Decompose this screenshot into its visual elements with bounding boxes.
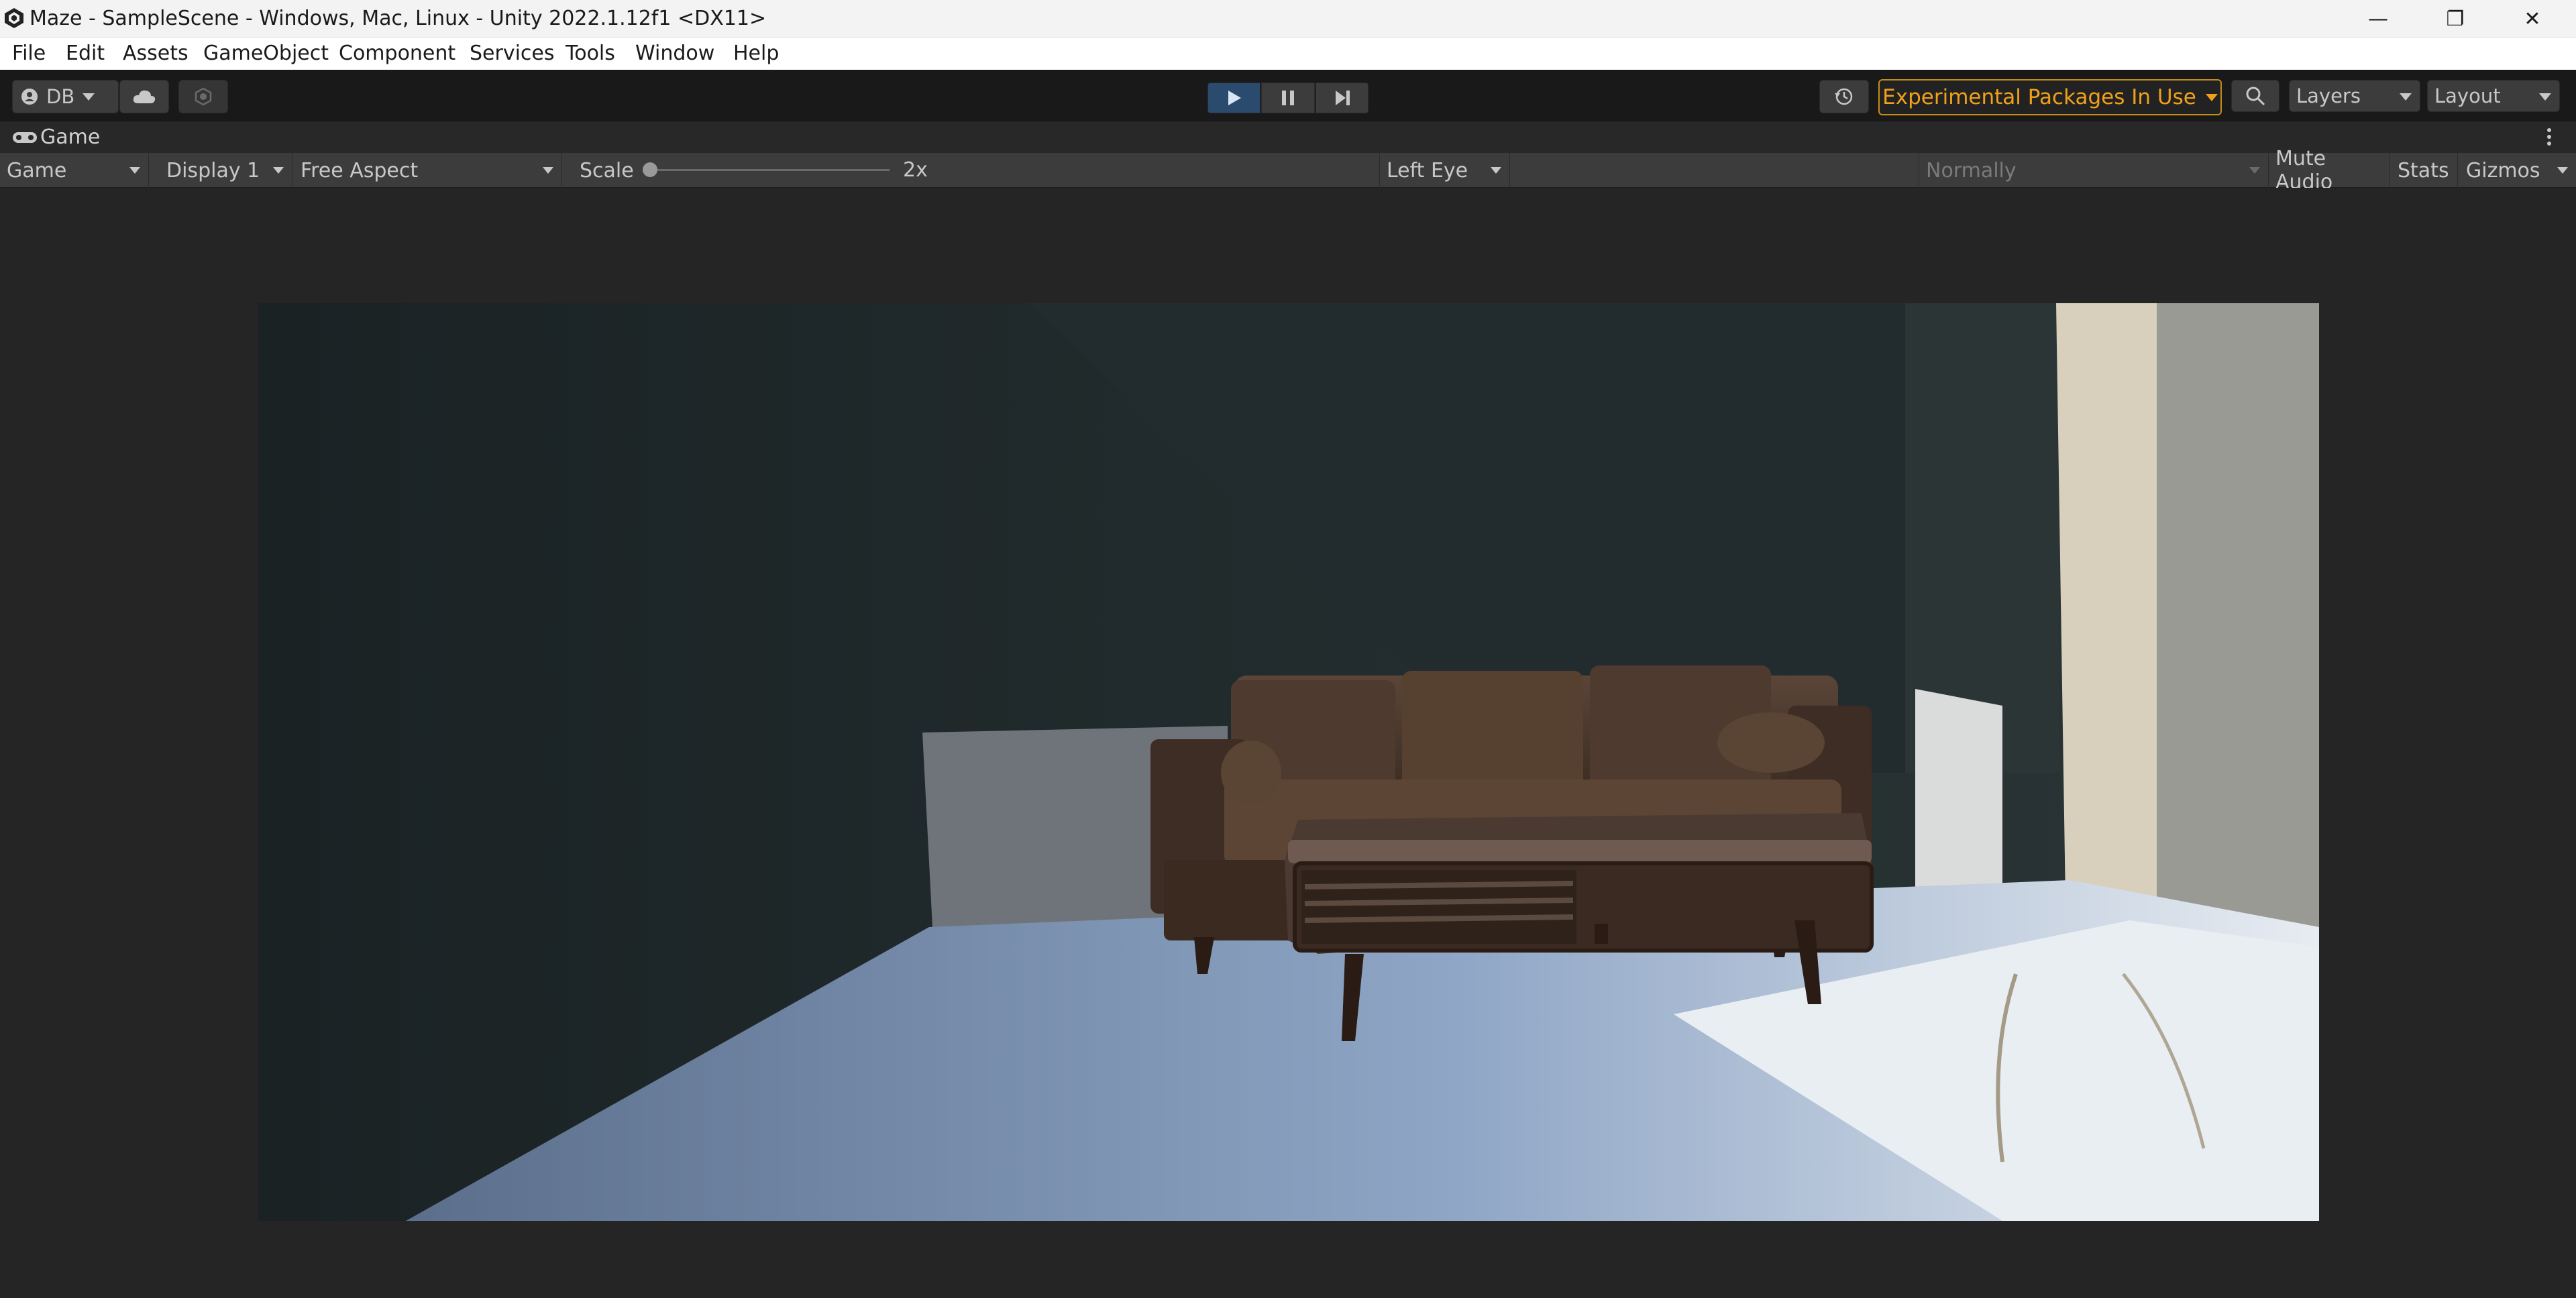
- mute-audio-label: Mute Audio: [2275, 147, 2333, 194]
- scale-control: Scale 2x: [568, 153, 1377, 188]
- cloud-icon: [133, 90, 156, 103]
- minimize-icon: —: [2368, 7, 2388, 31]
- unity-logo-icon: [5, 8, 23, 28]
- gizmos-label: Gizmos: [2466, 158, 2540, 182]
- menu-file[interactable]: File: [12, 42, 46, 65]
- menu-services[interactable]: Services: [470, 42, 555, 65]
- cloud-button[interactable]: [119, 80, 169, 113]
- chevron-down-icon: [129, 167, 140, 174]
- play-button[interactable]: [1208, 83, 1260, 113]
- restore-button[interactable]: ❐: [2418, 0, 2492, 38]
- view-mode-dropdown[interactable]: Game: [0, 153, 149, 188]
- pause-icon: [1282, 91, 1294, 105]
- chevron-down-icon: [2205, 93, 2218, 101]
- chevron-down-icon: [2400, 93, 2412, 101]
- kebab-menu-icon[interactable]: [2546, 127, 2552, 147]
- mute-audio-toggle[interactable]: Mute Audio: [2269, 147, 2390, 194]
- aspect-label: Free Aspect: [301, 158, 419, 182]
- gizmos-dropdown[interactable]: Gizmos: [2459, 153, 2576, 188]
- history-icon: [1835, 88, 1853, 105]
- gamepad-icon: [13, 132, 37, 143]
- chevron-down-icon: [543, 167, 553, 174]
- chevron-down-icon: [2557, 167, 2568, 174]
- minimize-button[interactable]: —: [2341, 0, 2415, 38]
- eye-dropdown[interactable]: Left Eye: [1379, 153, 1510, 188]
- eye-label: Left Eye: [1387, 158, 1468, 182]
- close-icon: ✕: [2524, 7, 2541, 31]
- restore-icon: ❐: [2446, 7, 2465, 31]
- play-focus-label: Normally: [1926, 158, 2017, 182]
- chevron-down-icon: [2249, 167, 2260, 174]
- display-label: Display 1: [166, 158, 260, 182]
- collab-icon: [195, 87, 212, 106]
- tab-game[interactable]: Game: [40, 125, 100, 149]
- chevron-down-icon: [273, 167, 284, 174]
- experimental-packages-label: Experimental Packages In Use: [1882, 85, 2196, 109]
- scale-slider-track[interactable]: [648, 169, 890, 171]
- step-button[interactable]: [1316, 83, 1368, 113]
- column-lit-face: [2056, 303, 2157, 944]
- pause-button[interactable]: [1261, 83, 1315, 113]
- layout-label: Layout: [2434, 85, 2501, 107]
- menu-window[interactable]: Window: [635, 42, 714, 65]
- window-title-bar: Maze - SampleScene - Windows, Mac, Linux…: [0, 0, 2576, 38]
- layout-dropdown[interactable]: Layout: [2427, 80, 2560, 112]
- scene-render: [258, 303, 2319, 1221]
- chevron-down-icon: [1491, 167, 1501, 174]
- experimental-packages-dropdown[interactable]: Experimental Packages In Use: [1878, 79, 2222, 115]
- game-view-toolbar: Game Display 1 Free Aspect Scale 2x Left…: [0, 147, 2576, 194]
- scale-value: 2x: [903, 158, 928, 182]
- account-dropdown[interactable]: DB: [12, 80, 119, 113]
- collab-button[interactable]: [178, 80, 228, 113]
- menu-component[interactable]: Component: [339, 42, 455, 65]
- column-shade-face: [2157, 303, 2319, 940]
- stats-label: Stats: [2398, 158, 2449, 182]
- scale-slider-thumb[interactable]: [643, 162, 657, 177]
- close-button[interactable]: ✕: [2496, 0, 2569, 38]
- chevron-down-icon: [2539, 93, 2551, 101]
- menu-assets[interactable]: Assets: [123, 42, 189, 65]
- view-mode-label: Game: [7, 158, 67, 182]
- play-icon: [1228, 91, 1241, 105]
- aspect-dropdown[interactable]: Free Aspect: [294, 153, 562, 188]
- display-dropdown[interactable]: Display 1: [160, 153, 292, 188]
- layers-label: Layers: [2296, 85, 2361, 107]
- layers-dropdown[interactable]: Layers: [2289, 80, 2420, 112]
- account-icon: [21, 89, 38, 105]
- step-icon: [1335, 91, 1350, 105]
- menu-tools[interactable]: Tools: [566, 42, 615, 65]
- search-icon: [2246, 87, 2265, 106]
- game-render-view[interactable]: [258, 303, 2319, 1221]
- chevron-down-icon: [83, 93, 95, 101]
- window-title: Maze - SampleScene - Windows, Mac, Linux…: [30, 7, 767, 30]
- scale-label: Scale: [580, 158, 634, 182]
- menu-help[interactable]: Help: [733, 42, 779, 65]
- search-button[interactable]: [2231, 80, 2279, 112]
- menu-gameobject[interactable]: GameObject: [203, 42, 329, 65]
- game-tab-header: Game: [0, 121, 2576, 153]
- stats-toggle[interactable]: Stats: [2391, 153, 2458, 188]
- undo-history-button[interactable]: [1819, 80, 1869, 113]
- menu-edit[interactable]: Edit: [66, 42, 105, 65]
- menu-bar: File Edit Assets GameObject Component Se…: [0, 38, 2576, 70]
- account-label: DB: [46, 85, 75, 108]
- play-focus-dropdown[interactable]: Normally: [1919, 153, 2269, 188]
